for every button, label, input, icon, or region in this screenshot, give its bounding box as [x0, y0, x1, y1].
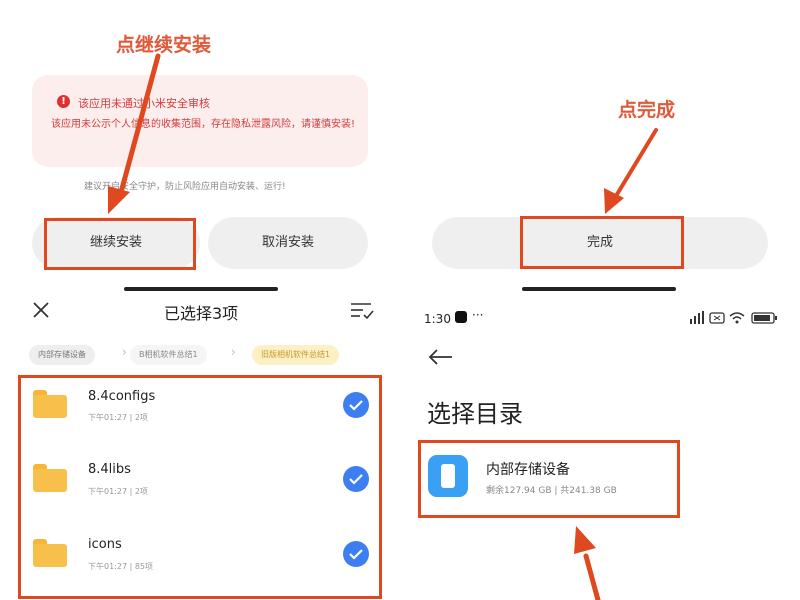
breadcrumb-folder[interactable]: B相机软件总结1 — [130, 345, 207, 365]
folder-icon — [33, 390, 67, 418]
signal-icon — [690, 311, 704, 324]
breadcrumb-separator-icon: › — [231, 345, 236, 359]
back-arrow-icon[interactable] — [428, 348, 454, 366]
arrow-head-done — [604, 188, 624, 214]
item-meta: 下午01:27 | 2项 — [88, 487, 148, 496]
list-item[interactable] — [24, 452, 376, 512]
selection-title: 已选择3项 — [164, 304, 239, 323]
breadcrumb-separator-icon: › — [122, 345, 127, 359]
wifi-icon — [729, 312, 745, 324]
checkmark-icon[interactable] — [343, 392, 369, 418]
gesture-handle-right — [522, 287, 676, 291]
item-name: icons — [88, 537, 122, 552]
folder-icon — [33, 539, 67, 567]
arrow-to-storage — [583, 553, 601, 600]
tiktok-icon — [455, 311, 467, 323]
annotation-tap-done: 点完成 — [618, 99, 676, 121]
select-directory-title: 选择目录 — [427, 400, 523, 428]
checkmark-icon[interactable] — [343, 541, 369, 567]
status-time: 1:30 — [424, 312, 451, 326]
highlight-done-box — [520, 216, 684, 269]
status-icons — [690, 311, 777, 324]
checkmark-icon[interactable] — [343, 466, 369, 492]
breadcrumb-current[interactable]: 旧版相机软件总结1 — [252, 345, 340, 365]
item-meta: 下午01:27 | 85项 — [88, 562, 154, 571]
item-name: 8.4configs — [88, 389, 156, 404]
arrow-head-storage — [574, 526, 596, 554]
battery-icon — [751, 312, 777, 324]
arrow-to-continue — [117, 53, 161, 199]
sim-icon — [709, 312, 725, 324]
arrow-head-continue — [108, 186, 130, 214]
breadcrumb-root[interactable]: 内部存储设备 — [29, 345, 95, 365]
folder-icon — [33, 464, 67, 492]
list-item[interactable] — [24, 526, 376, 586]
list-item[interactable] — [24, 380, 376, 440]
item-meta: 下午01:27 | 2项 — [88, 413, 148, 422]
select-list-icon[interactable] — [350, 300, 374, 320]
status-more-dots: ··· — [472, 308, 484, 322]
close-icon[interactable] — [32, 301, 50, 319]
item-name: 8.4libs — [88, 462, 131, 477]
highlight-storage-box — [418, 440, 680, 518]
arrow-to-done — [614, 128, 658, 198]
